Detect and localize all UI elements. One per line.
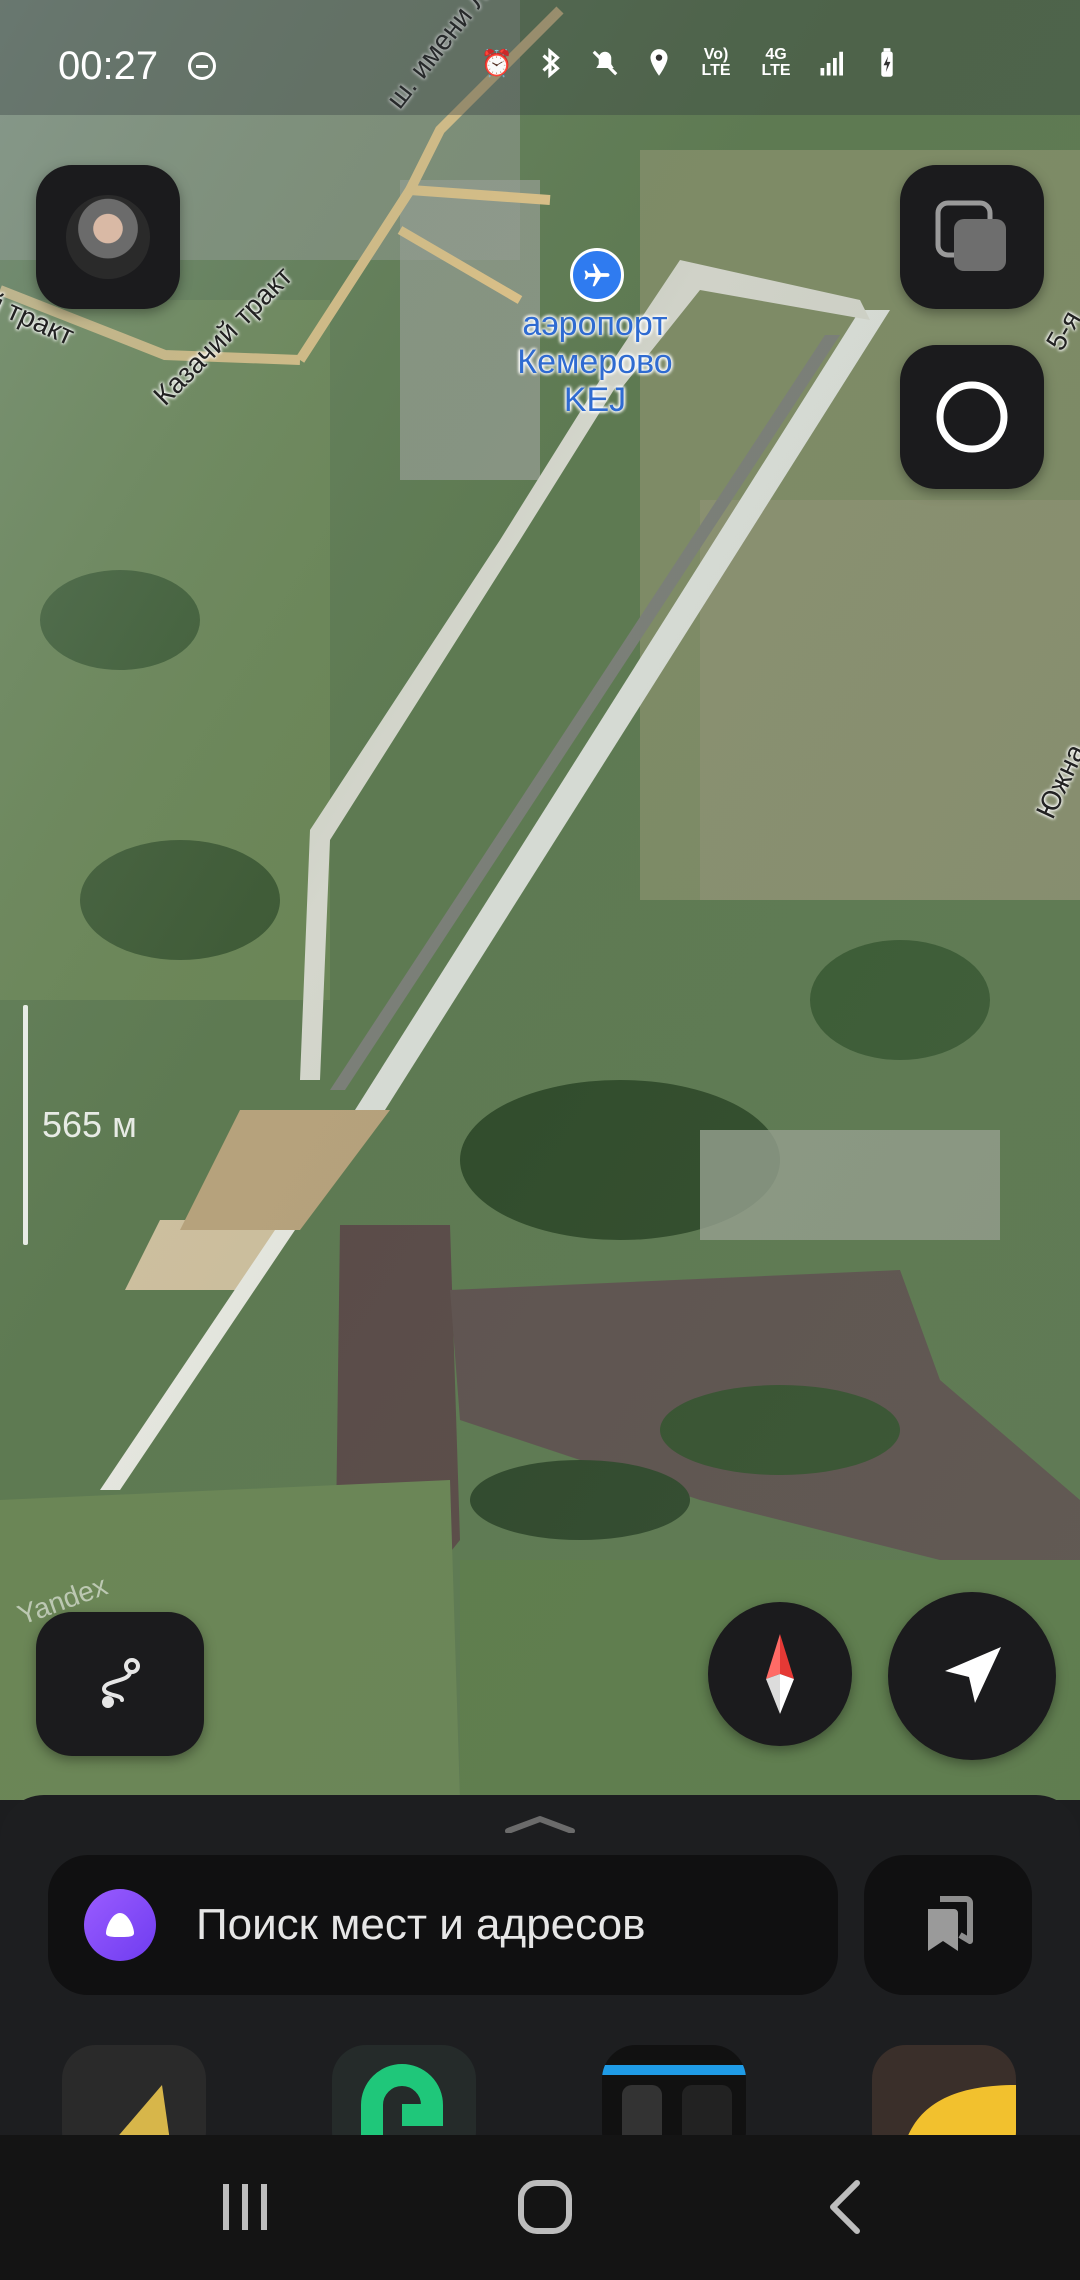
- home-button[interactable]: [510, 2177, 580, 2237]
- rideshare-app-icon[interactable]: [332, 2045, 476, 2135]
- navigator-app-icon[interactable]: [62, 2045, 206, 2135]
- layers-icon: [935, 200, 1006, 271]
- alice-ring-button[interactable]: [900, 345, 1044, 489]
- status-time: 00:27: [58, 44, 159, 88]
- airport-name-line2: Кемерово: [517, 343, 673, 381]
- compass-button[interactable]: [708, 1602, 852, 1746]
- 4g-lte-icon: 4G LTE: [761, 46, 791, 79]
- signal-icon: [816, 46, 850, 80]
- sheet-handle-icon[interactable]: [504, 1815, 576, 1833]
- bookmarks-icon: [928, 1896, 973, 1951]
- apps-row: [0, 2045, 1080, 2135]
- back-icon: [830, 2180, 860, 2234]
- home-icon: [518, 2180, 572, 2234]
- avatar: [66, 195, 150, 279]
- airport-label[interactable]: аэропорт Кемерово KEJ: [490, 305, 700, 419]
- ring-icon: [936, 381, 1008, 453]
- back-button[interactable]: [810, 2177, 880, 2237]
- airport-name-line1: аэропорт: [522, 305, 668, 343]
- dnd-icon: [188, 52, 216, 80]
- airport-icon[interactable]: [570, 248, 624, 302]
- alarm-icon: ⏰: [480, 47, 514, 78]
- mute-icon: [588, 46, 622, 80]
- taxi-app-icon[interactable]: [872, 2045, 1016, 2135]
- battery-icon: [870, 46, 904, 80]
- scale-bar: [23, 1005, 28, 1245]
- status-icons: ⏰ Vo) LTE 4G LTE: [480, 46, 904, 80]
- volte-icon: Vo) LTE: [701, 46, 731, 79]
- profile-button[interactable]: [36, 165, 180, 309]
- route-button[interactable]: [36, 1612, 204, 1756]
- status-bar: 00:27 ⏰ Vo) LTE 4G LTE: [0, 0, 1080, 115]
- search-bar[interactable]: Поиск мест и адресов: [48, 1855, 838, 1995]
- metro-app-icon[interactable]: [602, 2045, 746, 2135]
- route-icon: [101, 1658, 140, 1708]
- compass-icon: [766, 1634, 794, 1714]
- location-icon: [642, 46, 676, 80]
- alice-icon[interactable]: [84, 1889, 156, 1961]
- airport-code: KEJ: [563, 381, 627, 419]
- recents-button[interactable]: [210, 2177, 280, 2237]
- bluetooth-icon: [534, 46, 568, 80]
- recents-icon: [223, 2184, 267, 2230]
- bottom-sheet: Поиск мест и адресов: [0, 1795, 1080, 2135]
- search-placeholder: Поиск мест и адресов: [196, 1900, 646, 1949]
- bookmarks-button[interactable]: [864, 1855, 1032, 1995]
- scale-label: 565 м: [42, 1104, 137, 1145]
- layers-button[interactable]: [900, 165, 1044, 309]
- system-nav-bar: [0, 2135, 1080, 2280]
- navigation-arrow-icon: [945, 1647, 1001, 1703]
- my-location-button[interactable]: [888, 1592, 1056, 1760]
